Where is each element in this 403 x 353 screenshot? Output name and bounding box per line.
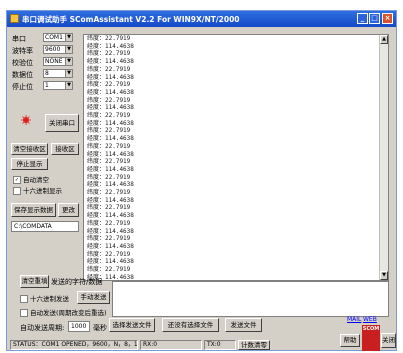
receive-line: 纬度：22.7919	[87, 65, 131, 73]
receive-lines: 纬度：22.7919 经度：114.4638 纬度：22.7919 经度：114.46…	[84, 35, 388, 281]
web-link[interactable]: WEB	[363, 316, 377, 323]
auto-clear-label: 自动清空	[23, 176, 49, 184]
port-value: COM1	[45, 34, 63, 41]
period-unit: 毫秒	[93, 324, 107, 332]
receive-line: 纬度：22.7919	[87, 219, 131, 227]
auto-send-label: 自动发送(周期改变后重选)	[30, 309, 107, 317]
close-program-button[interactable]: 关闭程序	[381, 333, 396, 348]
databits-select[interactable]: 8 ▼	[43, 69, 73, 78]
receive-line: 经度：114.4638	[87, 104, 134, 112]
receive-line: 经度：114.4638	[87, 58, 134, 66]
reset-count-button[interactable]: 计数清零	[238, 340, 270, 350]
parity-label: 校验位	[12, 59, 33, 67]
receive-line: 纬度：22.7919	[87, 50, 131, 58]
send-file-button[interactable]: 发送文件	[225, 318, 262, 332]
hex-send-label: 十六进制发送	[30, 295, 69, 303]
hex-display-checkbox[interactable]: 十六进制显示	[13, 185, 62, 195]
receive-line: 纬度：22.7919	[87, 158, 131, 166]
app-icon	[10, 14, 19, 23]
checkbox-box	[20, 295, 28, 303]
chevron-down-icon: ▼	[65, 46, 72, 53]
mail-link[interactable]: MAIL	[347, 316, 361, 323]
databits-label: 数据位	[12, 71, 33, 79]
receive-line: 经度：114.4638	[87, 273, 134, 281]
scom-logo: SCOM	[362, 325, 380, 351]
receive-line: 经度：114.4638	[87, 242, 134, 250]
hex-send-checkbox[interactable]: 十六进制发送	[20, 293, 69, 303]
stop-display-button[interactable]: 停止显示	[11, 158, 48, 170]
receive-line: 经度：114.4638	[87, 135, 134, 143]
close-port-button[interactable]: 关闭串口	[45, 114, 79, 132]
auto-clear-checkbox[interactable]: ✓ 自动清空	[13, 174, 49, 184]
send-text-area[interactable]	[112, 281, 389, 317]
receive-area[interactable]: 纬度：22.7919 经度：114.4638 纬度：22.7919 经度：114.46…	[83, 34, 389, 281]
status-bar: STATUS：COM1 OPENED，9600，N，8，1 RX:0 TX:0 …	[10, 340, 347, 350]
send-area-label: 发送的字符/数据	[51, 278, 103, 286]
logo-text: SCOM	[362, 326, 380, 332]
minimize-button[interactable]: _	[357, 13, 368, 24]
receive-line: 纬度：22.7919	[87, 35, 131, 42]
chevron-down-icon: ▼	[65, 70, 72, 77]
tx-count: TX:0	[204, 340, 236, 350]
status-text: STATUS：COM1 OPENED，9600，N，8，1	[10, 340, 138, 350]
port-select[interactable]: COM1 ▼	[43, 33, 73, 42]
parity-value: NONE	[45, 58, 63, 65]
receive-area-button[interactable]: 接收区	[51, 143, 79, 155]
save-path-field[interactable]: C:\COMDATA	[11, 221, 79, 232]
baud-label: 波特率	[12, 47, 33, 55]
no-file-button[interactable]: 还没有选择文件	[162, 318, 219, 332]
chevron-down-icon: ▼	[65, 34, 72, 41]
receive-line: 纬度：22.7919	[87, 112, 131, 120]
receive-line: 纬度：22.7919	[87, 189, 131, 197]
baud-select[interactable]: 9600 ▼	[43, 45, 73, 54]
receive-line: 经度：114.4638	[87, 165, 134, 173]
port-label: 串口	[12, 35, 26, 43]
period-label: 自动发送周期:	[20, 324, 65, 332]
scroll-up-icon[interactable]: ▲	[380, 35, 388, 44]
receive-line: 纬度：22.7919	[87, 142, 131, 150]
parity-select[interactable]: NONE ▼	[43, 57, 73, 66]
hex-display-label: 十六进制显示	[23, 187, 62, 195]
receive-line: 纬度：22.7919	[87, 266, 131, 274]
maximize-button[interactable]: □	[369, 13, 380, 24]
select-file-button[interactable]: 选择发送文件	[109, 318, 155, 332]
stopbits-label: 停止位	[12, 83, 33, 91]
receive-line: 经度：114.4638	[87, 212, 134, 220]
title-bar: 串口调试助手 SComAssistant V2.2 For WIN9X/NT/2…	[7, 11, 396, 27]
receive-line: 经度：114.4638	[87, 88, 134, 96]
receive-line: 纬度：22.7919	[87, 127, 131, 135]
manual-send-button[interactable]: 手动发送	[77, 291, 110, 304]
baud-value: 9600	[45, 46, 61, 53]
checkbox-box	[20, 309, 28, 317]
period-input[interactable]: 1000	[68, 321, 90, 332]
stopbits-select[interactable]: 1 ▼	[43, 81, 73, 90]
receive-line: 纬度：22.7919	[87, 235, 131, 243]
close-button[interactable]: ×	[382, 13, 393, 24]
receive-line: 纬度：22.7919	[87, 81, 131, 89]
scroll-down-icon[interactable]: ▼	[380, 271, 388, 280]
receive-line: 经度：114.4638	[87, 181, 134, 189]
auto-send-checkbox[interactable]: 自动发送(周期改变后重选)	[20, 307, 107, 317]
check-icon: ✓	[13, 176, 21, 184]
clear-send-button[interactable]: 清空重填	[20, 275, 49, 288]
port-status-icon	[21, 115, 31, 125]
chevron-down-icon: ▼	[65, 58, 72, 65]
stopbits-value: 1	[45, 82, 49, 89]
receive-line: 经度：114.4638	[87, 258, 134, 266]
change-path-button[interactable]: 更改	[58, 203, 79, 217]
receive-scrollbar[interactable]: ▲ ▼	[379, 35, 388, 280]
databits-value: 8	[45, 70, 49, 77]
window-title: 串口调试助手 SComAssistant V2.2 For WIN9X/NT/2…	[22, 15, 240, 24]
clear-receive-button[interactable]: 清空接收区	[11, 143, 48, 155]
checkbox-box	[13, 187, 21, 195]
save-data-button[interactable]: 保存显示数据	[11, 203, 56, 217]
chevron-down-icon: ▼	[65, 82, 72, 89]
main-window: 串口调试助手 SComAssistant V2.2 For WIN9X/NT/2…	[6, 10, 397, 351]
rx-count: RX:0	[140, 340, 202, 350]
